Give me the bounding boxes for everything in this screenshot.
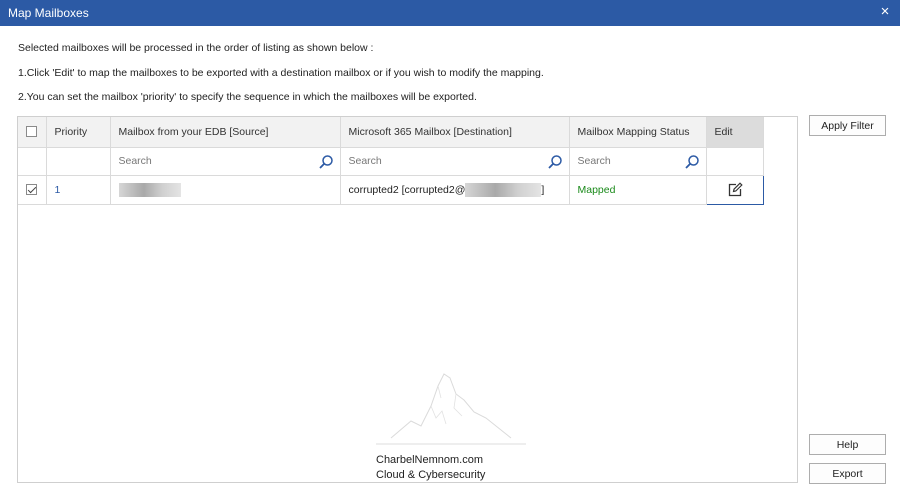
destination-search-input[interactable] xyxy=(348,148,519,174)
window-titlebar: Map Mailboxes × xyxy=(0,0,900,26)
search-icon[interactable] xyxy=(318,154,334,170)
header-status[interactable]: Mailbox Mapping Status xyxy=(568,117,707,148)
row-source xyxy=(109,174,341,205)
apply-filter-button[interactable]: Apply Filter xyxy=(809,115,886,136)
header-destination[interactable]: Microsoft 365 Mailbox [Destination] xyxy=(339,117,570,148)
destination-search-wrap xyxy=(348,148,563,174)
destination-search-cell xyxy=(339,146,570,176)
watermark-text: CharbelNemnom.com Cloud & Cybersecurity xyxy=(376,454,526,481)
help-button[interactable]: Help xyxy=(809,434,886,455)
table-header-row: Priority Mailbox from your EDB [Source] … xyxy=(18,117,764,148)
row-destination-prefix: corrupted2 [corrupted2@ xyxy=(348,183,466,196)
search-icon[interactable] xyxy=(547,154,563,170)
watermark-line-1: CharbelNemnom.com xyxy=(376,454,483,466)
row-select-cell[interactable] xyxy=(18,174,47,205)
window-title: Map Mailboxes xyxy=(8,6,89,20)
export-button[interactable]: Export xyxy=(809,463,886,484)
row-destination-suffix: ] xyxy=(541,183,545,196)
mailbox-mapping-grid: Priority Mailbox from your EDB [Source] … xyxy=(17,116,798,483)
status-search-input[interactable] xyxy=(577,148,674,174)
select-all-checkbox[interactable] xyxy=(26,126,37,138)
table-search-row xyxy=(18,146,764,176)
instruction-step-2: 2.You can set the mailbox 'priority' to … xyxy=(18,91,477,103)
watermark-line-2: Cloud & Cybersecurity xyxy=(376,469,486,481)
redacted-destination-domain xyxy=(465,182,542,197)
status-search-wrap xyxy=(577,148,700,174)
row-checkbox[interactable] xyxy=(26,184,37,196)
row-mapping-status: Mapped xyxy=(568,174,707,205)
status-search-cell xyxy=(568,146,707,176)
header-select-all[interactable] xyxy=(18,117,47,148)
instruction-step-1: 1.Click 'Edit' to map the mailboxes to b… xyxy=(18,67,544,79)
table-row[interactable]: 1 corrupted2 [corrupted2@] Mapped xyxy=(18,174,764,205)
mailbox-mapping-table: Priority Mailbox from your EDB [Source] … xyxy=(18,117,764,205)
search-row-spacer-priority xyxy=(45,146,111,176)
close-icon[interactable]: × xyxy=(870,0,900,26)
source-search-wrap xyxy=(118,148,334,174)
edit-icon[interactable] xyxy=(727,181,743,198)
search-row-spacer xyxy=(18,146,47,176)
search-icon[interactable] xyxy=(684,154,700,170)
instruction-intro: Selected mailboxes will be processed in … xyxy=(18,42,374,54)
header-priority[interactable]: Priority xyxy=(45,117,111,148)
source-search-input[interactable] xyxy=(118,148,289,174)
search-row-spacer-edit xyxy=(705,146,764,176)
row-destination: corrupted2 [corrupted2@] xyxy=(339,174,570,205)
row-priority[interactable]: 1 xyxy=(45,174,111,205)
redacted-source-mailbox xyxy=(118,182,181,197)
row-edit-cell[interactable] xyxy=(705,174,764,205)
source-search-cell xyxy=(109,146,341,176)
header-edit[interactable]: Edit xyxy=(705,117,764,148)
header-source[interactable]: Mailbox from your EDB [Source] xyxy=(109,117,341,148)
